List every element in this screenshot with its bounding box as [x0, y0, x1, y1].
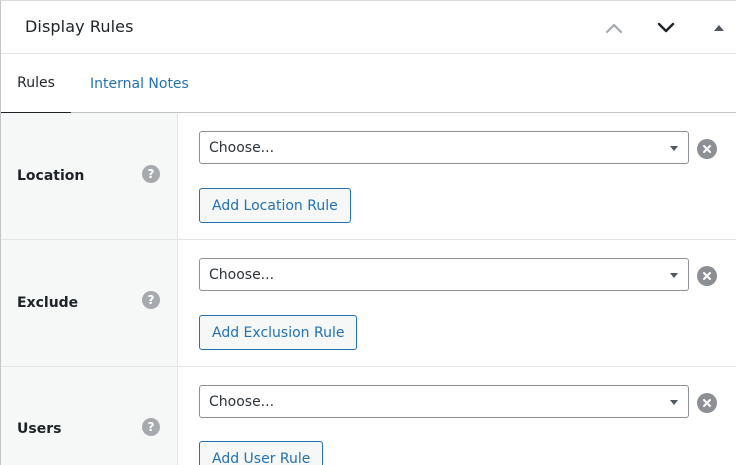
rule-label-cell: Location ? [1, 113, 178, 239]
add-exclusion-rule-button[interactable]: Add Exclusion Rule [199, 315, 358, 350]
select-value: Choose... [209, 394, 275, 410]
remove-rule-button[interactable] [697, 139, 717, 159]
tab-bar: Rules Internal Notes [1, 54, 736, 114]
panel-header: Display Rules [1, 1, 736, 54]
select-value: Choose... [209, 140, 275, 156]
triangle-up-icon [714, 25, 724, 31]
dropdown-caret-icon [670, 273, 678, 278]
close-icon [703, 145, 711, 153]
toggle-panel-button[interactable] [704, 13, 734, 43]
display-rules-panel: Display Rules Rules Internal Notes Locat… [0, 0, 736, 465]
rule-label: Exclude [17, 295, 79, 311]
help-icon[interactable]: ? [142, 418, 160, 436]
rule-label: Users [17, 421, 62, 437]
rule-label-cell: Users ? [1, 367, 178, 465]
rule-label: Location [17, 168, 85, 184]
rule-row-location: Location ? Choose... Add Location Rule [1, 113, 736, 240]
chevron-down-icon [657, 22, 675, 33]
dropdown-caret-icon [670, 400, 678, 405]
close-icon [703, 399, 711, 407]
rule-label-cell: Exclude ? [1, 240, 178, 366]
move-up-button[interactable] [599, 13, 629, 43]
rule-row-users: Users ? Choose... Add User Rule [1, 367, 736, 465]
users-select[interactable]: Choose... [199, 385, 689, 418]
add-location-rule-button[interactable]: Add Location Rule [199, 188, 351, 223]
move-down-button[interactable] [651, 13, 681, 43]
exclude-select[interactable]: Choose... [199, 258, 689, 291]
select-value: Choose... [209, 267, 275, 283]
help-icon[interactable]: ? [142, 291, 160, 309]
remove-rule-button[interactable] [697, 266, 717, 286]
add-user-rule-button[interactable]: Add User Rule [199, 441, 324, 465]
rule-row-exclude: Exclude ? Choose... Add Exclusion Rule [1, 240, 736, 367]
close-icon [703, 272, 711, 280]
tab-rules[interactable]: Rules [1, 54, 71, 114]
panel-title: Display Rules [25, 17, 134, 36]
help-icon[interactable]: ? [142, 165, 160, 183]
dropdown-caret-icon [670, 146, 678, 151]
location-select[interactable]: Choose... [199, 131, 689, 164]
remove-rule-button[interactable] [697, 393, 717, 413]
tab-internal-notes[interactable]: Internal Notes [90, 54, 189, 113]
chevron-up-icon [605, 23, 623, 34]
